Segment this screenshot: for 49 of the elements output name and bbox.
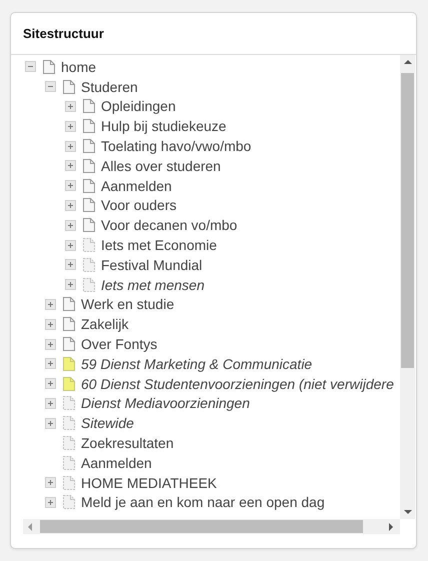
tree-item[interactable]: Aanmelden	[81, 454, 152, 471]
tree-item[interactable]: HOME MEDIATHEEK	[81, 474, 217, 491]
expand-icon[interactable]	[45, 358, 56, 370]
tree-item[interactable]: Sitewide	[81, 415, 134, 432]
tree-item[interactable]: Aanmelden	[101, 178, 172, 194]
expand-icon[interactable]	[45, 378, 56, 390]
tree-item[interactable]: Voor ouders	[101, 197, 176, 214]
expand-icon[interactable]	[45, 398, 56, 409]
expand-icon[interactable]	[65, 140, 76, 152]
tree-item[interactable]: Zoekresultaten	[81, 435, 174, 452]
expand-icon[interactable]	[65, 240, 76, 251]
tree-item[interactable]: Hulp bij studiekeuze	[101, 118, 226, 134]
panel-title: Sitestructuur	[23, 26, 104, 41]
tree-item[interactable]: Voor decanen vo/mbo	[101, 217, 238, 234]
expand-icon[interactable]	[65, 200, 76, 211]
expand-icon[interactable]	[45, 298, 56, 310]
expand-icon[interactable]	[45, 338, 56, 350]
tree-item[interactable]: Zakelijk	[81, 316, 128, 332]
tree-item[interactable]: Iets met mensen	[101, 276, 204, 293]
expand-icon[interactable]	[45, 477, 56, 488]
expand-icon[interactable]	[45, 418, 56, 429]
vertical-scrollbar[interactable]	[400, 55, 415, 519]
expand-icon[interactable]	[65, 180, 76, 192]
tree-item[interactable]: Festival Mundial	[101, 256, 202, 273]
tree-item[interactable]: 59 Dienst Marketing & Communicatie	[81, 356, 312, 372]
expand-icon[interactable]	[65, 259, 76, 270]
expand-icon[interactable]	[65, 279, 76, 290]
tree-item[interactable]: Dienst Mediavoorzieningen	[81, 395, 250, 412]
tree-item[interactable]: Werk en studie	[81, 296, 174, 312]
tree-item[interactable]: Toelating havo/vwo/mbo	[101, 138, 252, 154]
expand-icon[interactable]	[45, 318, 56, 330]
expand-icon[interactable]	[65, 100, 76, 112]
tree-item[interactable]: Iets met Economie	[101, 237, 217, 254]
expand-icon[interactable]	[65, 160, 76, 172]
collapse-icon[interactable]	[45, 81, 56, 92]
expand-icon[interactable]	[65, 120, 76, 132]
horizontal-scrollbar[interactable]	[23, 519, 400, 534]
scroll-right-icon[interactable]	[386, 522, 394, 532]
expand-icon[interactable]	[65, 220, 76, 231]
scroll-left-icon[interactable]	[27, 522, 35, 532]
tree-item[interactable]: Studeren	[81, 78, 138, 95]
expand-icon[interactable]	[45, 496, 56, 508]
tree-item[interactable]: Alles over studeren	[101, 158, 221, 174]
tree-item[interactable]: Opleidingen	[101, 98, 176, 114]
tree-item[interactable]: home	[61, 58, 96, 75]
tree-item[interactable]: Over Fontys	[81, 336, 158, 352]
collapse-icon[interactable]	[25, 61, 36, 72]
tree-item[interactable]: Meld je aan en kom naar een open dag	[81, 494, 325, 510]
tree-item[interactable]: 60 Dienst Studentenvoorzieningen (niet verwijdere	[81, 376, 394, 392]
